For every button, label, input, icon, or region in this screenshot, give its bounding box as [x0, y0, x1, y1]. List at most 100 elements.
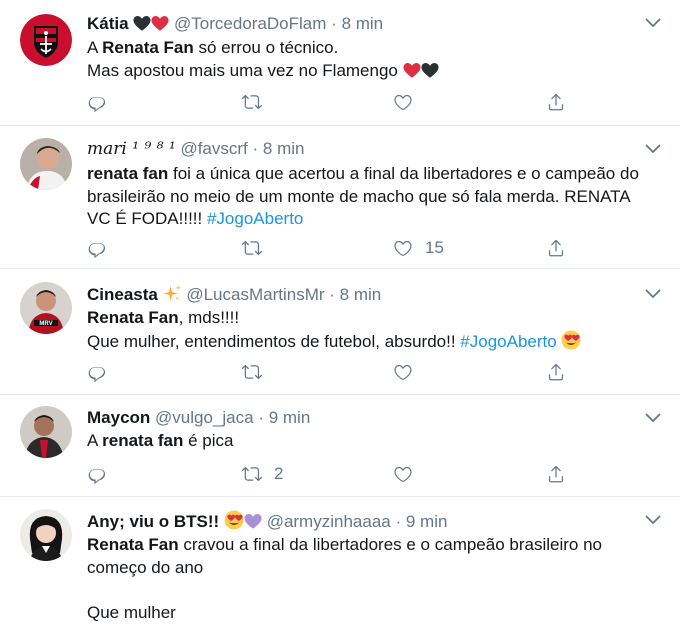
like-button[interactable] — [393, 463, 413, 485]
retweet-button[interactable] — [242, 361, 262, 383]
retweet-button[interactable] — [242, 237, 262, 259]
black-heart-icon — [421, 62, 439, 79]
retweet-icon — [242, 362, 262, 382]
like-icon — [393, 238, 413, 258]
username[interactable]: @LucasMartinsMr — [186, 285, 324, 304]
text-segment: começo do ano — [87, 557, 204, 577]
username[interactable]: @armyzinhaaaa — [267, 512, 391, 531]
username[interactable]: @TorcedoraDoFlam — [174, 14, 326, 33]
like-icon — [393, 464, 413, 484]
purple-heart-icon — [244, 513, 262, 530]
timestamp[interactable]: 9 min — [406, 512, 448, 531]
tweet-header: Kátia @TorcedoraDoFlam · 8 min — [87, 14, 383, 34]
reply-button[interactable] — [87, 237, 107, 259]
tweet[interactable]: Maycon @vulgo_jaca · 9 min A renata fan … — [0, 395, 680, 497]
retweet-count: 2 — [274, 464, 284, 483]
hashtag-link[interactable]: #JogoAberto — [207, 209, 303, 228]
red-heart-icon — [151, 15, 169, 32]
reply-button[interactable] — [87, 91, 107, 113]
like-button[interactable] — [393, 361, 413, 383]
text-segment: Mas apostou mais uma vez no Flamengo — [87, 60, 398, 80]
tweet-text: renata fan foi a única que acertou a fin… — [87, 163, 657, 231]
chevron-down-icon[interactable] — [645, 515, 661, 525]
share-button[interactable] — [546, 237, 566, 259]
retweet-icon — [242, 464, 262, 484]
avatar[interactable] — [20, 14, 72, 66]
retweet-icon — [242, 92, 262, 112]
share-icon — [546, 238, 566, 258]
username[interactable]: @favscrf — [180, 139, 247, 158]
bold-mention: renata fan — [87, 164, 169, 183]
avatar[interactable] — [20, 406, 72, 458]
tweet-header: Maycon @vulgo_jaca · 9 min — [87, 408, 310, 428]
avatar[interactable] — [20, 509, 72, 561]
bold-mention: renata fan — [102, 431, 184, 450]
display-name[interactable]: Cineasta — [87, 285, 158, 304]
avatar[interactable]: MRV — [20, 282, 72, 334]
share-icon — [546, 362, 566, 382]
text-segment: VC É FODA!!!!! — [87, 209, 207, 228]
sparkles-icon — [163, 284, 182, 303]
separator-dot: · — [258, 408, 264, 427]
tweet-text: A renata fan é pica — [87, 430, 657, 453]
like-icon — [393, 362, 413, 382]
reply-button[interactable] — [87, 361, 107, 383]
separator-dot: · — [331, 14, 337, 33]
separator-dot: · — [395, 512, 402, 531]
text-segment: A — [87, 38, 103, 57]
tweet-text: Renata Fan, mds!!!! Que mulher, entendim… — [87, 307, 657, 353]
name-text: mari — [87, 139, 127, 159]
separator-dot: · — [329, 285, 335, 304]
reply-button[interactable] — [87, 463, 107, 485]
chevron-down-icon[interactable] — [645, 413, 661, 423]
text-segment: Que mulher — [87, 602, 176, 622]
timestamp[interactable]: 8 min — [342, 14, 384, 33]
hashtag-link[interactable]: #JogoAberto — [460, 332, 556, 351]
chevron-down-icon[interactable] — [645, 144, 661, 154]
text-segment: brasileirão no meio de um monte de macho… — [87, 186, 631, 206]
avatar[interactable] — [20, 138, 72, 190]
display-name[interactable]: Kátia — [87, 14, 129, 33]
display-name[interactable]: Maycon — [87, 408, 150, 427]
share-button[interactable] — [546, 463, 566, 485]
display-name[interactable]: mari ¹ ⁹ ⁸ ¹ — [87, 139, 176, 159]
chevron-down-icon[interactable] — [645, 18, 661, 28]
tweet[interactable]: Kátia @TorcedoraDoFlam · 8 min A Renata … — [0, 0, 680, 126]
text-segment: Que mulher, entendimentos de futebol, ab… — [87, 331, 461, 351]
username[interactable]: @vulgo_jaca — [155, 408, 254, 427]
like-button[interactable]: 15 — [393, 237, 444, 259]
share-button[interactable] — [546, 91, 566, 113]
text-segment: , mds!!!! — [178, 308, 240, 327]
text-segment: é pica — [183, 431, 234, 450]
timestamp[interactable]: 8 min — [263, 139, 305, 158]
user-photo-icon — [20, 138, 72, 190]
timestamp[interactable]: 9 min — [269, 408, 311, 427]
share-button[interactable] — [546, 361, 566, 383]
text-segment: foi a única que acertou a final da liber… — [168, 164, 639, 183]
svg-text:MRV: MRV — [39, 321, 52, 327]
black-heart-icon — [133, 15, 151, 32]
text-segment: cravou a final da libertadores e o campe… — [178, 535, 602, 554]
tweet[interactable]: mari ¹ ⁹ ⁸ ¹ @favscrf · 8 min renata fan… — [0, 126, 680, 269]
retweet-button[interactable] — [242, 91, 262, 113]
display-name[interactable]: Any; viu o BTS!! — [87, 512, 219, 531]
share-icon — [546, 464, 566, 484]
bold-mention: Renata Fan — [87, 308, 179, 327]
user-photo-icon — [20, 406, 72, 458]
reply-icon — [87, 362, 107, 382]
reply-icon — [87, 92, 107, 112]
tweet[interactable]: MRV Cineasta @LucasMartinsMr · 8 min Ren… — [0, 269, 680, 395]
tweet[interactable]: Any; viu o BTS!! @armyzinhaaaa · 9 min R… — [0, 497, 680, 632]
retweet-button[interactable]: 2 — [242, 463, 283, 485]
text-segment: só errou o técnico. — [193, 38, 339, 57]
like-button[interactable] — [393, 91, 413, 113]
name-suffix: ¹ ⁹ ⁸ ¹ — [132, 139, 176, 159]
chevron-down-icon[interactable] — [645, 289, 661, 299]
share-icon — [546, 92, 566, 112]
timestamp[interactable]: 8 min — [340, 285, 382, 304]
tweet-text: A Renata Fan só errou o técnico. Mas apo… — [87, 37, 657, 82]
retweet-icon — [242, 238, 262, 258]
tweet-header: mari ¹ ⁹ ⁸ ¹ @favscrf · 8 min — [87, 139, 305, 159]
tweet-header: Cineasta @LucasMartinsMr · 8 min — [87, 284, 381, 305]
user-photo-icon — [20, 509, 72, 561]
